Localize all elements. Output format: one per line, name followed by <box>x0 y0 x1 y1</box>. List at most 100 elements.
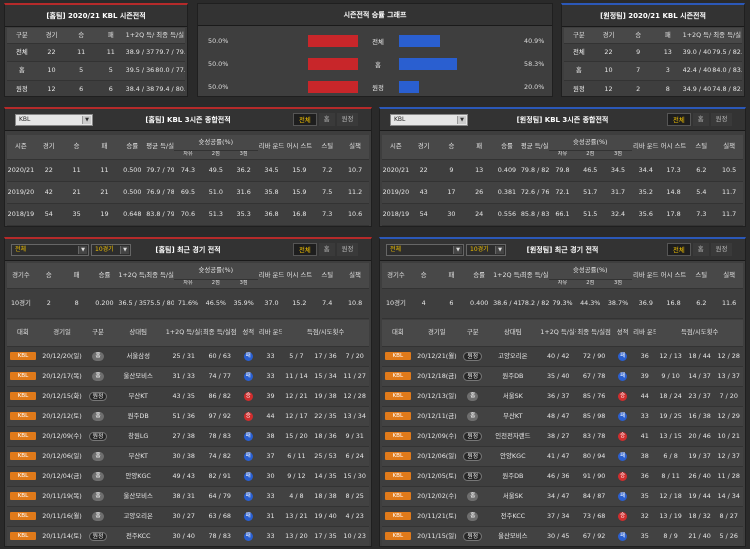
table-row[interactable]: KBL 20/12/04(금) 홈 안양KGC 49 / 43 82 / 91 패 30 9 /… <box>7 466 369 487</box>
table-row[interactable]: KBL 20/12/13(일) 홈 서울SK 36 / 37 85 / 76 승 44 18 /… <box>382 386 743 407</box>
table-row[interactable]: KBL 20/12/06(일) 홈 부산KT 30 / 38 74 / 82 패 37 6 / … <box>7 446 369 467</box>
tab-away[interactable]: 원정 <box>710 243 733 256</box>
table-cell: 35 / 40 <box>540 366 577 387</box>
league-select-away[interactable]: KBL ▼ <box>390 114 468 126</box>
table-row[interactable]: KBL 20/12/15(화) 원정 부산KT 43 / 35 86 / 82 승 39 12 … <box>7 386 369 407</box>
game-count-select-home[interactable]: 10경기 ▼ <box>91 244 131 256</box>
table-row[interactable]: KBL 20/12/02(수) 홈 서울SK 34 / 47 84 / 87 패 35 12 /… <box>382 486 743 507</box>
table-cell: 5 <box>66 61 96 81</box>
opponent-team[interactable]: 울산모비스 <box>110 366 166 387</box>
tab-away[interactable]: 원정 <box>336 243 359 256</box>
table-cell: 85 / 76 <box>576 386 613 407</box>
table-row[interactable]: KBL 20/12/06(일) 원정 안양KGC 41 / 47 80 / 94 패 38 6 … <box>382 446 743 467</box>
tab-away[interactable]: 원정 <box>336 113 359 126</box>
venue-pill: 원정 <box>463 351 483 361</box>
opponent-team[interactable]: 원주DB <box>485 466 541 487</box>
opponent-team[interactable]: 서울SK <box>485 486 541 507</box>
opponent-team[interactable]: 고양오리온 <box>485 346 541 367</box>
tab-home[interactable]: 홈 <box>692 113 709 126</box>
table-cell: 72.6 / 76.0 <box>520 181 549 204</box>
table-cell: 8 / 9 <box>656 526 685 546</box>
table-header: 리바 운드 <box>631 263 660 289</box>
table-header: 상대팀 <box>110 320 166 347</box>
table-header: 성적 <box>612 320 634 347</box>
opponent-team[interactable]: 인천전자랜드 <box>485 426 541 447</box>
table-row[interactable]: KBL 20/11/15(일) 원정 울산모비스 30 / 45 67 / 92 패 35 8 … <box>382 526 743 546</box>
opponent-team[interactable]: 원주DB <box>485 366 541 387</box>
opponent-team[interactable]: 부산KT <box>110 386 166 407</box>
opponent-team[interactable]: 부산KT <box>110 446 166 467</box>
opponent-team[interactable]: 전주KCC <box>485 506 541 527</box>
table-row[interactable]: KBL 20/11/21(토) 홈 전주KCC 37 / 34 73 / 68 승 32 13 … <box>382 506 743 527</box>
table-cell: 9 / 10 <box>656 366 685 387</box>
table-cell: 44 <box>633 386 657 407</box>
table-row[interactable]: KBL 20/12/17(목) 홈 울산모비스 31 / 33 74 / 77 패 33 11 … <box>7 366 369 387</box>
table-cell: 13 <box>652 43 683 62</box>
table-cell: 11 / 27 <box>340 366 369 387</box>
opponent-team[interactable]: 원주DB <box>110 406 166 427</box>
table-cell: 20/12/04(금) <box>38 466 86 487</box>
table-header: 시즌 <box>382 135 410 160</box>
table-row[interactable]: KBL 20/11/19(목) 홈 울산모비스 38 / 31 64 / 79 패 33 4 /… <box>7 486 369 507</box>
table-row: 10경기460.40038.6 / 41.478.2 / 82.879.3%44… <box>382 288 743 319</box>
table-cell: 5 <box>95 61 126 81</box>
opponent-team[interactable]: 안양KGC <box>485 446 541 467</box>
table-row[interactable]: KBL 20/11/14(토) 원정 전주KCC 30 / 40 78 / 83 패 33 13… <box>7 526 369 546</box>
table-row[interactable]: KBL 20/11/16(월) 홈 고양오리온 30 / 27 63 / 68 패 31 13 … <box>7 506 369 527</box>
table-row[interactable]: KBL 20/12/20(일) 홈 서울삼성 25 / 31 60 / 63 패 33 5 / … <box>7 346 369 367</box>
tab-all[interactable]: 전체 <box>667 243 691 256</box>
table-row[interactable]: KBL 20/12/12(토) 홈 원주DB 51 / 36 97 / 92 승 44 12 /… <box>7 406 369 427</box>
table-row[interactable]: KBL 20/12/11(금) 홈 부산KT 48 / 47 85 / 98 패 33 19 /… <box>382 406 743 427</box>
tab-all[interactable]: 전체 <box>293 243 317 256</box>
table-cell: 31 / 33 <box>165 366 202 387</box>
table-header: 최종 득/실 <box>712 28 742 44</box>
table-cell: 9 / 12 <box>282 466 311 487</box>
result-cell: 패 <box>237 506 259 527</box>
opponent-team[interactable]: 서울삼성 <box>110 346 166 367</box>
opponent-team[interactable]: 고양오리온 <box>110 506 166 527</box>
opponent-team[interactable]: 부산KT <box>485 406 541 427</box>
opponent-team[interactable]: 울산모비스 <box>110 486 166 507</box>
result-icon: 패 <box>243 531 253 541</box>
game-count-select-away[interactable]: 10경기 ▼ <box>466 244 506 256</box>
opponent-team[interactable]: 안양KGC <box>110 466 166 487</box>
tab-all[interactable]: 전체 <box>667 113 691 126</box>
scope-select-away[interactable]: 전체 ▼ <box>386 244 464 256</box>
opponent-team[interactable]: 전주KCC <box>110 526 166 546</box>
league-badge: KBL <box>9 352 36 360</box>
tab-home[interactable]: 홈 <box>692 243 709 256</box>
away-win-rate-value: 20.0% <box>524 83 545 91</box>
tab-all[interactable]: 전체 <box>293 113 317 126</box>
tab-away[interactable]: 원정 <box>710 113 733 126</box>
table-row[interactable]: KBL 20/12/18(금) 원정 원주DB 35 / 40 67 / 78 패 39 9 /… <box>382 366 743 387</box>
tab-home[interactable]: 홈 <box>318 243 335 256</box>
venue-pill: 원정 <box>463 531 483 541</box>
venue-cell: 원정 <box>460 446 486 467</box>
scope-select-home[interactable]: 전체 ▼ <box>11 244 89 256</box>
table-row[interactable]: KBL 20/12/05(토) 원정 원주DB 46 / 36 91 / 90 승 36 8 /… <box>382 466 743 487</box>
tab-home[interactable]: 홈 <box>318 113 335 126</box>
opponent-team[interactable]: 서울SK <box>485 386 541 407</box>
table-row[interactable]: KBL 20/12/09(수) 원정 인천전자랜드 38 / 27 83 / 78 승 41 1… <box>382 426 743 447</box>
table-cell: 18 / 36 <box>310 426 341 447</box>
opponent-team[interactable]: 울산모비스 <box>485 526 541 546</box>
table-cell: 34.5 <box>604 159 632 182</box>
opponent-team[interactable]: 창원LG <box>110 426 166 447</box>
result-cell: 패 <box>612 526 634 546</box>
table-cell: 0.556 <box>493 203 521 226</box>
table-cell: 25 / 31 <box>165 346 202 367</box>
table-cell: 16.8 <box>285 203 314 226</box>
league-badge: KBL <box>384 432 411 440</box>
league-select-home[interactable]: KBL ▼ <box>15 114 93 126</box>
result-icon: 승 <box>618 471 628 481</box>
table-header: 실책 <box>341 135 369 160</box>
table-row: 홈107342.4 / 40.784.0 / 83.2 <box>564 61 742 81</box>
table-row[interactable]: KBL 20/12/09(수) 원정 창원LG 27 / 38 78 / 83 패 38 15 … <box>7 426 369 447</box>
table-cell: 10경기 <box>7 288 35 319</box>
table-row[interactable]: KBL 20/12/21(월) 원정 고양오리온 40 / 42 72 / 90 패 36 12… <box>382 346 743 367</box>
result-cell: 패 <box>612 346 634 367</box>
chevron-down-icon: ▼ <box>453 246 462 254</box>
table-header: 리바 운드 <box>257 135 286 160</box>
league-cell: KBL <box>7 486 39 507</box>
table-cell: 2020/21 <box>382 159 410 182</box>
